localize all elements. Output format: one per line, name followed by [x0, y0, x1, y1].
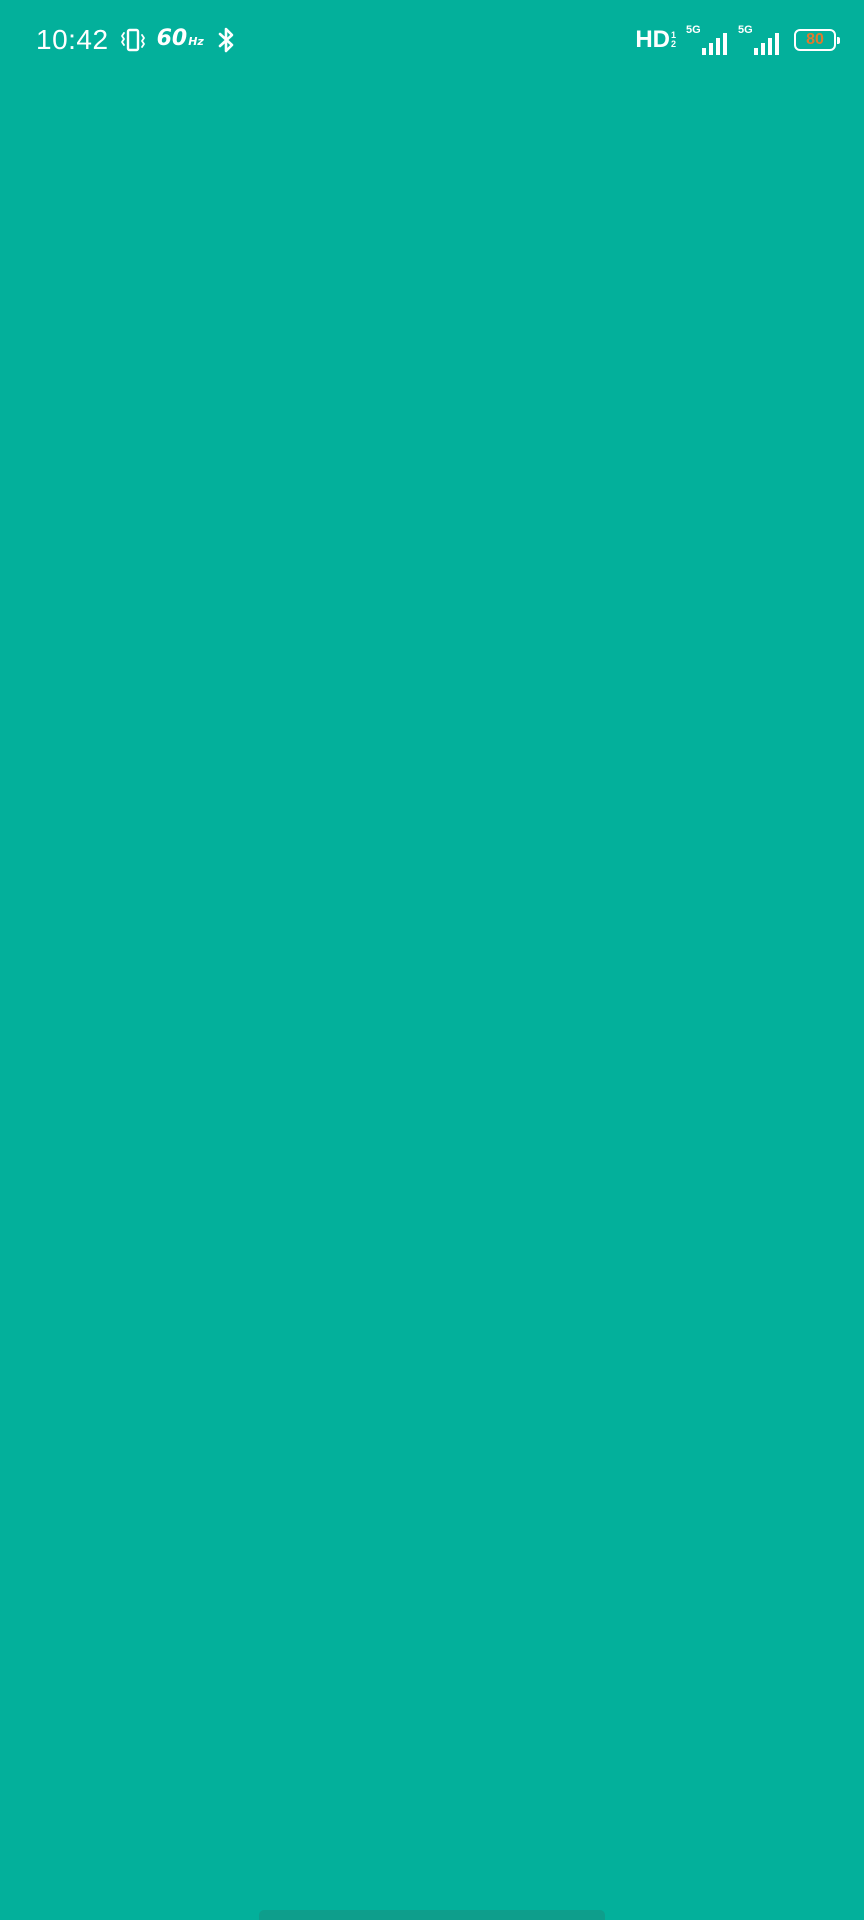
signal-2-label: 5G: [738, 24, 753, 36]
refresh-rate-indicator: 60 Hz: [157, 19, 204, 62]
vibrate-icon: [119, 26, 147, 54]
signal-1-label: 5G: [686, 24, 701, 36]
bluetooth-icon: [214, 26, 238, 54]
signal-1-indicator: 5G: [686, 25, 728, 55]
hd-sub: 2: [670, 39, 676, 49]
refresh-rate-unit: Hz: [188, 34, 204, 48]
app-screen: 10:42 60 Hz HD 1 2 5G 5G 80: [0, 0, 864, 1920]
signal-bars-icon: [754, 33, 779, 55]
hd-fraction: 1 2: [671, 31, 676, 49]
status-left: 10:42 60 Hz: [36, 20, 238, 60]
status-bar: 10:42 60 Hz HD 1 2 5G 5G 80: [0, 0, 864, 80]
battery-icon: 80: [794, 29, 840, 51]
signal-2-indicator: 5G: [738, 25, 780, 55]
refresh-rate-value: 60: [156, 25, 188, 51]
hd-voice-badge: HD 1 2: [635, 26, 676, 54]
status-right: HD 1 2 5G 5G 80: [635, 20, 840, 60]
status-time: 10:42: [36, 24, 109, 55]
home-indicator[interactable]: [259, 1910, 605, 1920]
signal-bars-icon: [702, 33, 727, 55]
hd-label: HD: [635, 26, 670, 53]
battery-percent: 80: [806, 31, 824, 48]
